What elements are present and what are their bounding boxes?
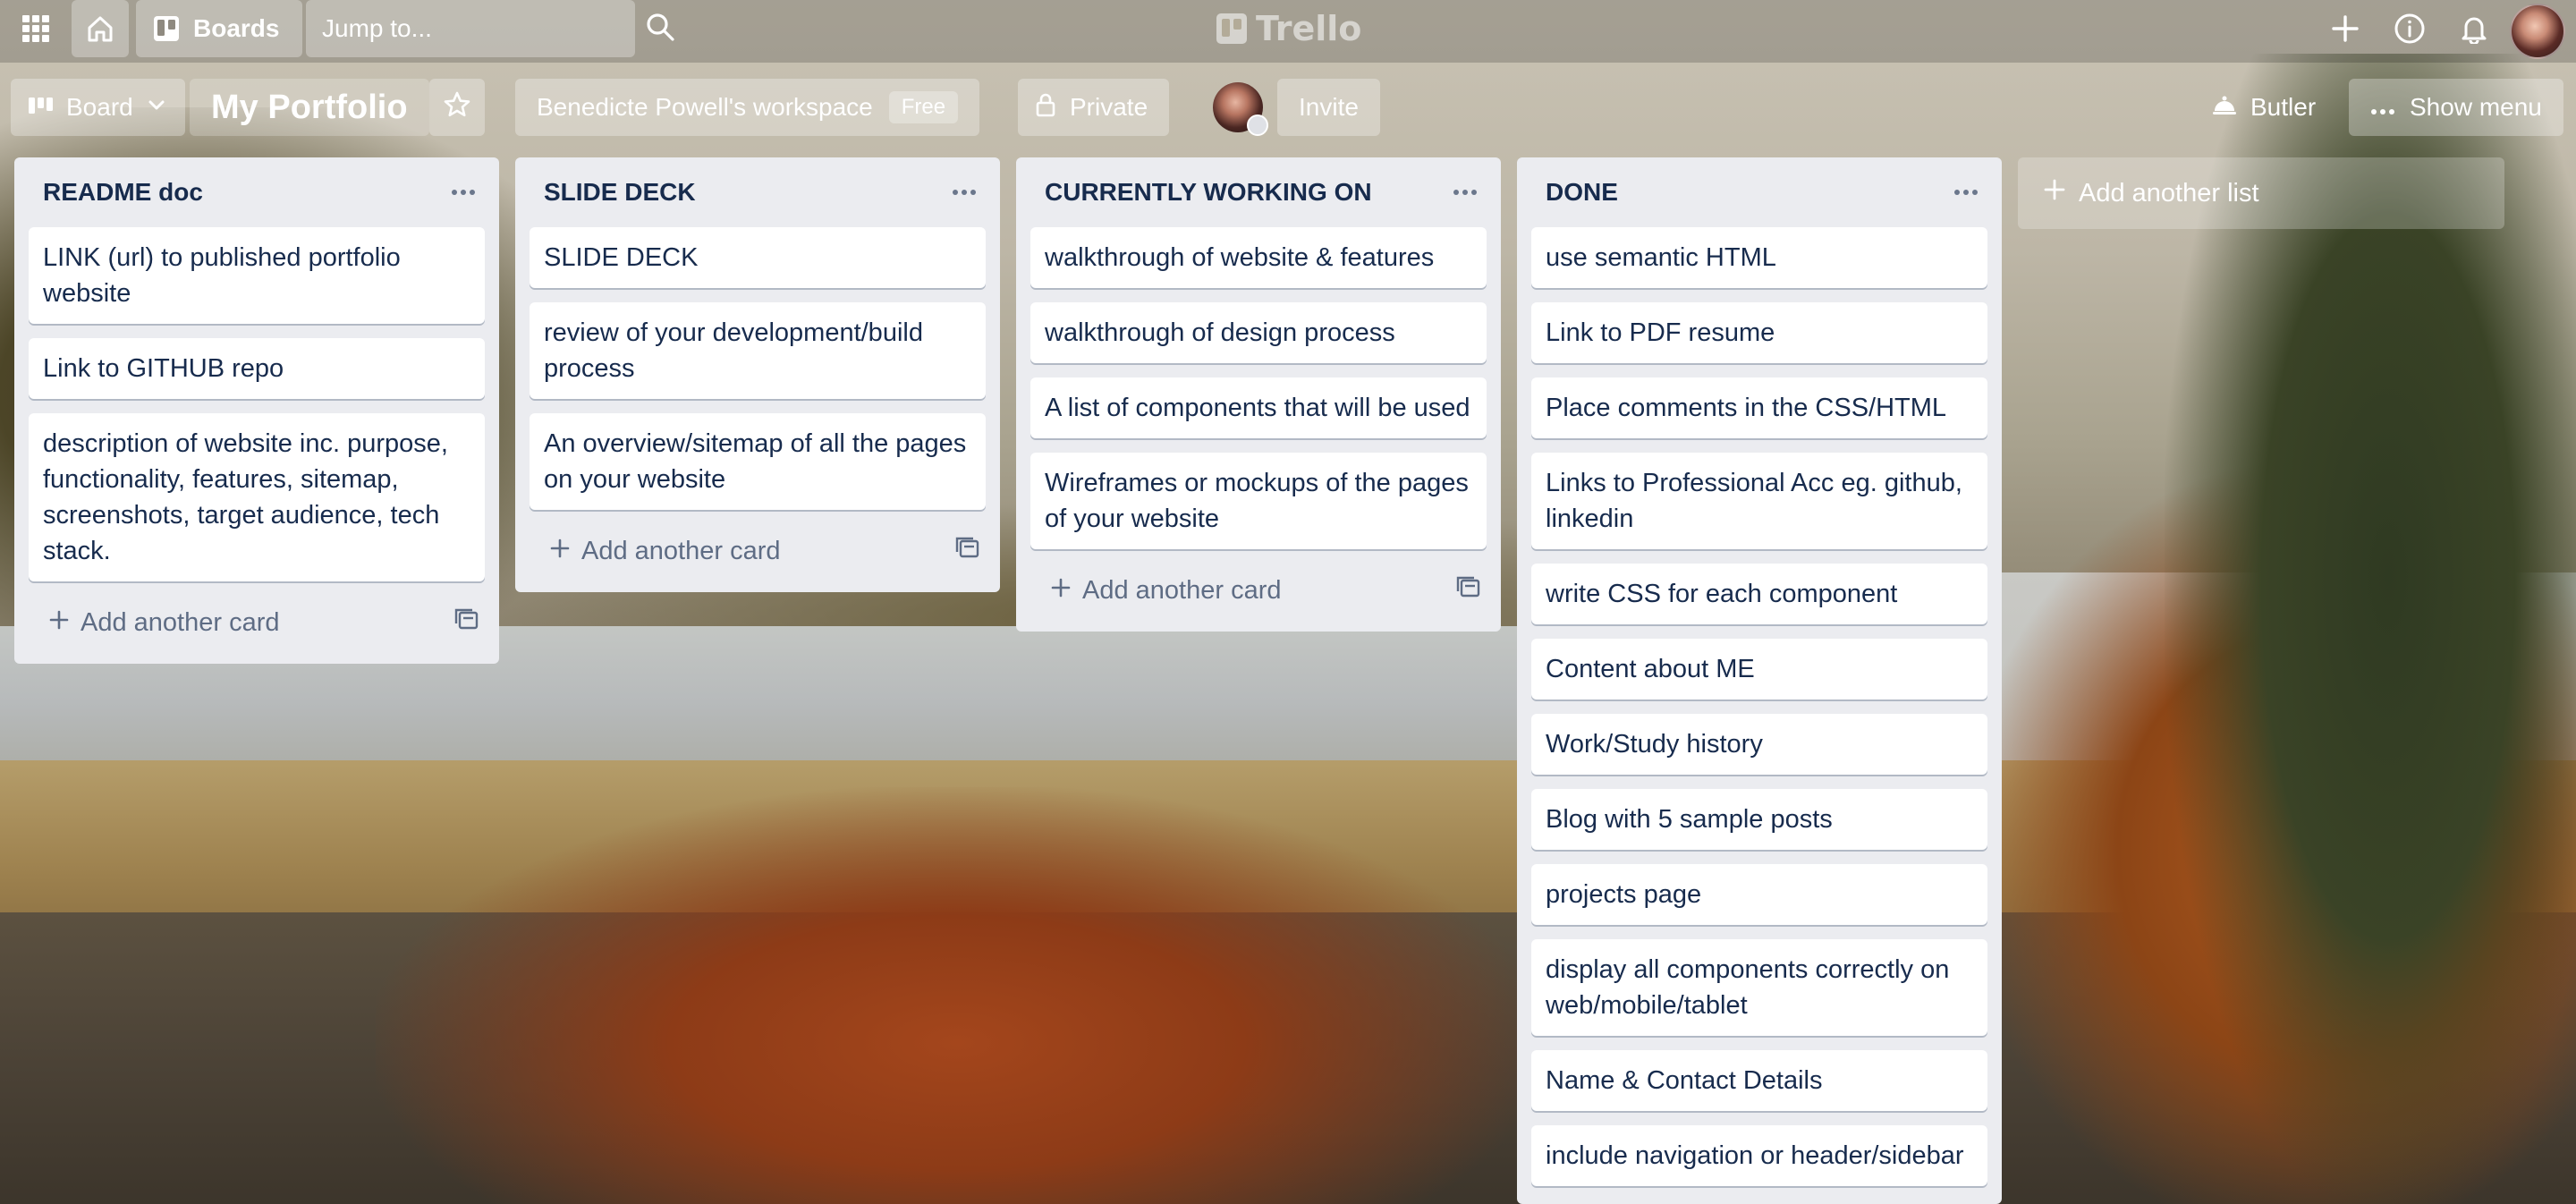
user-avatar[interactable] [2510,4,2565,59]
list-header: CURRENTLY WORKING ON [1030,157,1487,227]
list-menu-icon[interactable] [442,171,485,214]
card-template-icon[interactable] [1456,575,1481,606]
card[interactable]: walkthrough of website & features [1030,227,1487,288]
show-menu-button[interactable]: Show menu [2349,79,2563,136]
home-icon [85,13,115,44]
notifications-button[interactable] [2445,0,2503,57]
card[interactable]: Link to GITHUB repo [29,338,485,399]
card[interactable]: use semantic HTML [1531,227,1987,288]
card[interactable]: write CSS for each component [1531,564,1987,624]
card[interactable]: include navigation or header/sidebar [1531,1125,1987,1186]
search-input[interactable] [322,14,645,43]
list-readme-doc: README doc LINK (url) to published portf… [14,157,499,664]
card[interactable]: projects page [1531,864,1987,925]
board-view-switcher[interactable]: Board [11,79,185,136]
plus-icon [48,608,70,638]
chevron-down-icon [146,93,167,122]
card-template-icon[interactable] [454,607,479,638]
plus-icon [1050,576,1072,606]
card[interactable]: Blog with 5 sample posts [1531,789,1987,850]
workspace-label: Benedicte Powell's workspace [537,93,873,121]
star-icon [443,90,471,125]
board-member-avatar[interactable] [1213,82,1268,136]
plus-icon [2043,178,2066,208]
workspace-button[interactable]: Benedicte Powell's workspace Free [515,79,980,136]
card[interactable]: Name & Contact Details [1531,1050,1987,1111]
trello-logo-text: Trello [1256,9,1362,48]
add-card-button[interactable]: Add another card [29,596,485,649]
home-button[interactable] [72,0,129,57]
trello-logo[interactable]: Trello [1216,9,1362,48]
card[interactable]: Content about ME [1531,639,1987,700]
list-currently-working-on: CURRENTLY WORKING ON walkthrough of webs… [1016,157,1501,632]
plus-icon [549,537,571,566]
list-title[interactable]: README doc [43,178,203,207]
list-menu-icon[interactable] [1444,171,1487,214]
card[interactable]: An overview/sitemap of all the pages on … [530,413,986,510]
card[interactable]: Links to Professional Acc eg. github, li… [1531,453,1987,549]
card[interactable]: walkthrough of design process [1030,302,1487,363]
info-button[interactable] [2381,0,2438,57]
list-done: DONE use semantic HTML Link to PDF resum… [1517,157,2002,1204]
invite-button[interactable]: Invite [1277,79,1380,136]
card[interactable]: Link to PDF resume [1531,302,1987,363]
list-title[interactable]: DONE [1546,178,1618,207]
list-title[interactable]: CURRENTLY WORKING ON [1045,178,1372,207]
card[interactable]: A list of components that will be used [1030,377,1487,438]
add-list-label: Add another list [2079,178,2259,208]
board-title[interactable]: My Portfolio [190,79,429,136]
butler-icon [2211,93,2238,123]
card-template-icon[interactable] [955,536,980,566]
card[interactable]: Place comments in the CSS/HTML [1531,377,1987,438]
plus-icon [2330,13,2360,44]
workspace-plan-badge: Free [888,91,959,123]
list-title[interactable]: SLIDE DECK [544,178,696,207]
card[interactable]: Wireframes or mockups of the pages of yo… [1030,453,1487,549]
apps-grid-button[interactable] [5,0,66,57]
boards-icon [152,14,181,43]
jump-to-search[interactable] [306,0,674,57]
list-header: DONE [1531,157,1987,227]
lock-icon [1034,91,1057,124]
visibility-label: Private [1070,93,1148,121]
board-view-icon [29,93,54,122]
add-card-label: Add another card [581,536,781,565]
card[interactable]: LINK (url) to published portfolio websit… [29,227,485,324]
list-cards-scroll-area[interactable]: use semantic HTML Link to PDF resume Pla… [1531,227,1987,1200]
list-slide-deck: SLIDE DECK SLIDE DECK review of your dev… [515,157,1000,592]
card[interactable]: Work/Study history [1531,714,1987,775]
add-card-label: Add another card [80,607,280,637]
list-menu-icon[interactable] [1945,171,1987,214]
card[interactable]: review of your development/build process [530,302,986,399]
admin-badge-icon [1247,114,1268,136]
add-card-label: Add another card [1082,575,1282,605]
card[interactable]: SLIDE DECK [530,227,986,288]
bell-icon [2459,13,2489,44]
add-card-button[interactable]: Add another card [1030,564,1487,617]
card[interactable]: display all components correctly on web/… [1531,939,1987,1036]
boards-label: Boards [193,14,280,42]
show-menu-label: Show menu [2410,93,2542,121]
list-header: SLIDE DECK [530,157,986,227]
more-horizontal-icon [2370,93,2395,122]
add-card-button[interactable]: Add another card [530,524,986,578]
butler-button[interactable]: Butler [2191,79,2335,136]
top-nav-bar: Boards Trello [0,0,2576,63]
visibility-button[interactable]: Private [1018,79,1170,136]
butler-label: Butler [2250,93,2317,121]
star-board-button[interactable] [429,79,485,136]
add-list-button[interactable]: Add another list [2018,157,2504,229]
list-menu-icon[interactable] [943,171,986,214]
info-icon [2394,13,2426,45]
list-header: README doc [29,157,485,227]
apps-grid-icon [21,13,51,44]
create-button[interactable] [2317,0,2374,57]
trello-logo-icon [1216,13,1247,44]
search-icon[interactable] [645,12,675,47]
card[interactable]: description of website inc. purpose, fun… [29,413,485,581]
boards-button[interactable]: Boards [136,0,303,57]
board-view-label: Board [66,93,133,121]
